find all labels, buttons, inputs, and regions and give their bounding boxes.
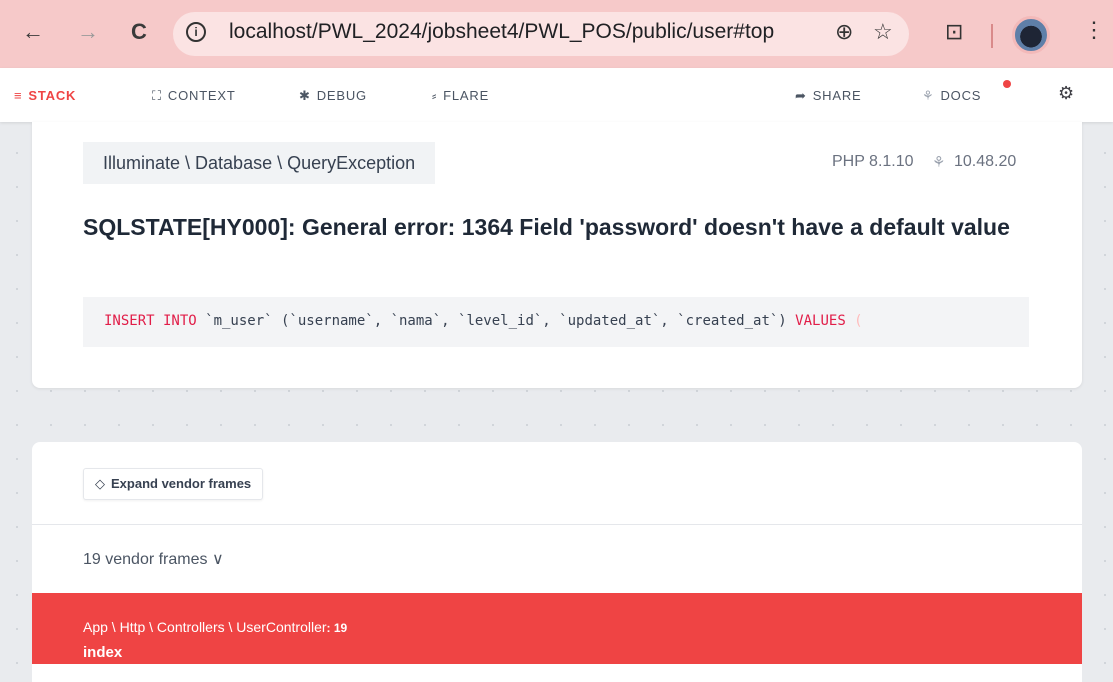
sql-tail: ( <box>845 313 863 329</box>
error-message: SQLSTATE[HY000]: General error: 1364 Fie… <box>83 214 1010 240</box>
vendor-frames-toggle[interactable]: 19 vendor frames ∨ <box>83 549 224 569</box>
tab-stack-label: STACK <box>28 88 77 103</box>
tab-context-label: CONTEXT <box>167 88 236 103</box>
back-icon[interactable]: ← <box>22 20 44 44</box>
sql-keyword-values: VALUES <box>795 313 846 329</box>
bookmark-star-icon[interactable]: ☆ <box>873 20 893 44</box>
docs-button[interactable]: ⚘ DOCS <box>922 88 981 104</box>
tab-debug-label: DEBUG <box>316 88 367 103</box>
docs-notification-dot <box>1003 80 1011 88</box>
browser-menu-icon[interactable]: ⋮ <box>1083 18 1105 42</box>
sql-body: `m_user` (`username`, `nama`, `level_id`… <box>196 313 796 329</box>
sql-query-box[interactable]: INSERT INTO `m_user` (`username`, `nama`… <box>83 297 1029 347</box>
url-text[interactable]: localhost/PWL_2024/jobsheet4/PWL_POS/pub… <box>229 20 774 44</box>
laravel-docs-icon: ⚘ <box>922 88 935 103</box>
tab-context[interactable]: ⛶ CONTEXT <box>152 88 236 104</box>
site-info-icon[interactable]: i <box>186 22 206 42</box>
tab-flare[interactable]: ⸗ FLARE <box>432 88 489 103</box>
settings-icon[interactable]: ⚙ <box>1058 84 1074 102</box>
context-icon: ⛶ <box>152 88 162 103</box>
php-version: PHP 8.1.10 <box>832 153 914 170</box>
docs-label: DOCS <box>940 88 982 103</box>
frame-class: App \ Http \ Controllers \ UserControlle… <box>83 619 347 635</box>
exception-class[interactable]: Illuminate \ Database \ QueryException <box>83 142 436 184</box>
divider <box>32 524 1082 525</box>
expand-vendor-frames-button[interactable]: ◇ Expand vendor frames <box>83 468 264 500</box>
profile-avatar[interactable] <box>1012 16 1050 54</box>
tab-debug[interactable]: ✱ DEBUG <box>299 88 367 104</box>
flare-icon: ⸗ <box>432 88 438 103</box>
bug-icon: ✱ <box>299 88 311 103</box>
share-button[interactable]: ➦ SHARE <box>795 88 862 104</box>
laravel-version: 10.48.20 <box>954 153 1017 170</box>
frame-class-name: App \ Http \ Controllers \ UserControlle… <box>83 619 327 635</box>
reload-icon[interactable]: C <box>131 20 147 44</box>
share-label: SHARE <box>812 88 862 103</box>
forward-icon[interactable]: → <box>77 20 99 44</box>
expand-label: Expand vendor frames <box>111 476 252 491</box>
share-icon: ➦ <box>795 88 807 103</box>
extensions-icon[interactable]: ⊡ <box>945 20 963 44</box>
sql-query: INSERT INTO `m_user` (`username`, `nama`… <box>104 313 863 329</box>
frame-method: index <box>83 644 123 661</box>
tab-stack[interactable]: ≡ STACK <box>14 88 76 103</box>
zoom-icon[interactable]: ⊕ <box>835 20 853 44</box>
sql-keyword-insert: INSERT INTO <box>104 313 197 329</box>
laravel-icon: ⚘ <box>932 154 946 171</box>
tab-flare-label: FLARE <box>443 88 490 103</box>
expand-icon: ◇ <box>95 476 105 491</box>
frame-line-number: : 19 <box>326 621 348 635</box>
toolbar-separator <box>991 24 993 48</box>
stack-icon: ≡ <box>14 88 23 103</box>
